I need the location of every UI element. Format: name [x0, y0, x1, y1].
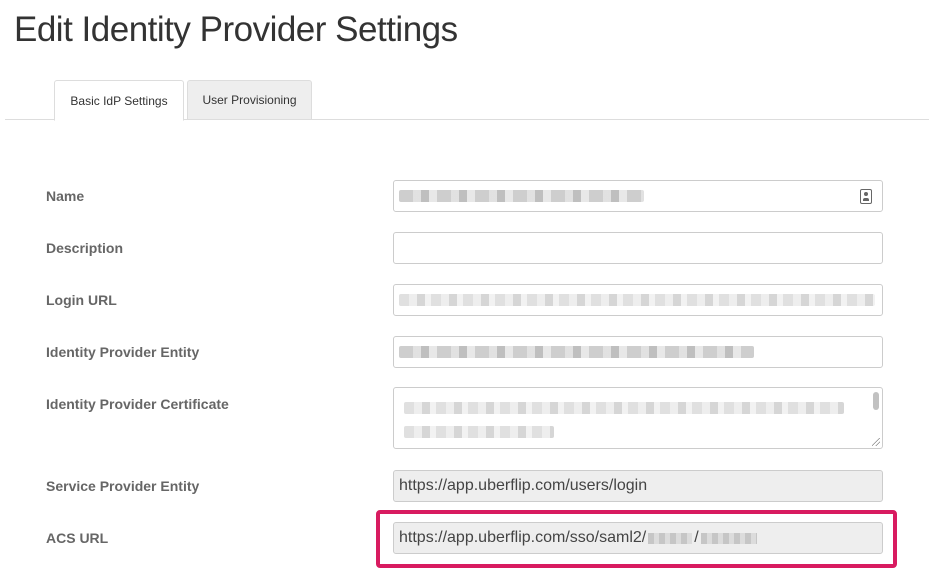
page-title: Edit Identity Provider Settings: [14, 10, 458, 49]
resize-handle[interactable]: [872, 438, 880, 446]
tab-label: User Provisioning: [202, 93, 297, 107]
login-url-label: Login URL: [46, 292, 117, 308]
tab-label: Basic IdP Settings: [70, 93, 168, 108]
redacted-value: [399, 294, 875, 306]
sp-entity-label: Service Provider Entity: [46, 478, 200, 494]
redacted-value: [399, 190, 644, 202]
tab-bar: Basic IdP Settings User Provisioning: [5, 80, 929, 121]
idp-certificate-label: Identity Provider Certificate: [46, 396, 229, 412]
contact-card-icon[interactable]: [860, 189, 872, 204]
tab-basic-idp-settings[interactable]: Basic IdP Settings: [54, 80, 184, 121]
redacted-value: [404, 426, 554, 438]
tab-user-provisioning[interactable]: User Provisioning: [187, 80, 312, 120]
redacted-value: [399, 346, 754, 358]
sp-entity-value: https://app.uberflip.com/users/login: [399, 477, 648, 494]
description-input[interactable]: [393, 232, 883, 264]
sp-entity-field[interactable]: https://app.uberflip.com/users/login: [393, 470, 883, 502]
scrollbar[interactable]: [873, 392, 879, 410]
redacted-value: [404, 402, 844, 414]
idp-entity-label: Identity Provider Entity: [46, 344, 200, 360]
idp-certificate-textarea[interactable]: [393, 387, 883, 449]
login-url-input[interactable]: [393, 284, 883, 316]
name-label: Name: [46, 188, 85, 204]
highlight-box: [376, 510, 897, 568]
name-input[interactable]: [393, 180, 883, 212]
acs-url-label: ACS URL: [46, 530, 109, 546]
idp-entity-input[interactable]: [393, 336, 883, 368]
description-label: Description: [46, 240, 124, 256]
